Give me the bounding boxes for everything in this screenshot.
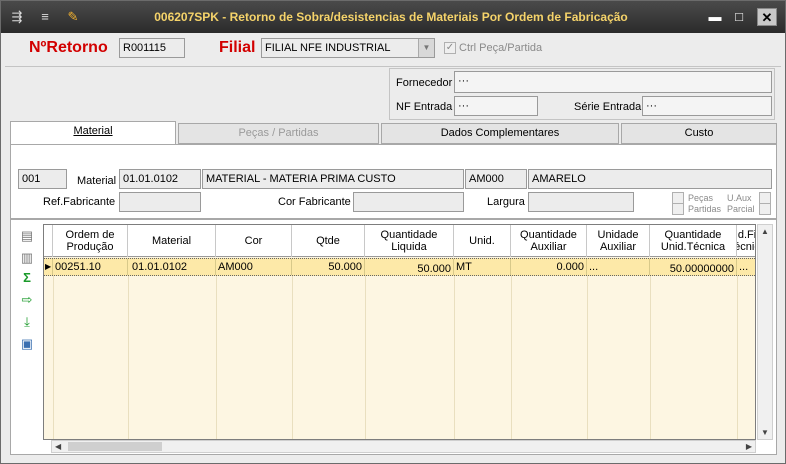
cell-ordem[interactable]: 00251.10 bbox=[53, 259, 128, 275]
wrench-icon[interactable]: ✎ bbox=[65, 9, 81, 25]
serie-entrada-field[interactable]: ··· bbox=[642, 96, 772, 116]
tab-custo[interactable]: Custo bbox=[621, 123, 777, 144]
largura-field[interactable] bbox=[528, 192, 634, 212]
uaux-label: U.Aux bbox=[727, 193, 752, 203]
items-grid[interactable]: Ordem de Produção Material Cor Qtde Quant… bbox=[43, 224, 756, 440]
cell-cor[interactable]: AM000 bbox=[216, 259, 292, 275]
add-row-icon[interactable]: ▤ bbox=[19, 228, 35, 244]
table-row[interactable]: ▶ 00251.10 01.01.0102 AM000 50.000 50.00… bbox=[44, 258, 755, 276]
partidas-label: Partidas bbox=[688, 204, 722, 214]
supplier-panel: Fornecedor ··· NF Entrada ··· Série Entr… bbox=[389, 68, 775, 120]
items-grid-area: ▤ ▥ Σ ⇨ ⤓ ▣ Ordem de Produção Material Co… bbox=[10, 219, 777, 455]
grid-header: Ordem de Produção Material Cor Qtde Quant… bbox=[44, 225, 755, 257]
minimize-button[interactable]: ▬ bbox=[705, 8, 725, 26]
grid-divider bbox=[454, 276, 455, 439]
cor-fabricante-label: Cor Fabricante bbox=[278, 196, 351, 208]
title-bar: ⇶ ≡ ✎ 006207SPK - Retorno de Sobra/desis… bbox=[1, 1, 785, 33]
scroll-right-icon[interactable]: ▶ bbox=[746, 442, 752, 451]
ctrl-peca-label: Ctrl Peça/Partida bbox=[459, 42, 543, 54]
scroll-thumb[interactable] bbox=[68, 442, 162, 451]
maximize-button[interactable]: □ bbox=[729, 8, 749, 26]
export-icon[interactable]: ⇨ bbox=[19, 292, 35, 308]
nretorno-label: NºRetorno bbox=[29, 39, 108, 56]
vertical-scrollbar[interactable]: ▲ ▼ bbox=[757, 224, 773, 440]
filial-label: Filial bbox=[219, 39, 256, 56]
grid-divider bbox=[587, 276, 588, 439]
ref-fabricante-label: Ref.Fabricante bbox=[43, 196, 116, 208]
parcial-label: Parcial bbox=[727, 204, 755, 214]
material-label: Material bbox=[77, 175, 117, 187]
col-qtde[interactable]: Qtde bbox=[292, 225, 365, 257]
scroll-up-icon[interactable]: ▲ bbox=[761, 227, 769, 236]
ref-fabricante-field[interactable] bbox=[119, 192, 201, 212]
uaux-parcial-checkbox-2[interactable] bbox=[759, 203, 771, 215]
grid-divider bbox=[650, 276, 651, 439]
seq-field[interactable]: 001 bbox=[18, 169, 67, 189]
close-button[interactable]: ✕ bbox=[757, 8, 777, 26]
cell-ficha-tecnica[interactable]: ... bbox=[737, 259, 755, 275]
cor-code-field[interactable]: AM000 bbox=[465, 169, 527, 189]
tab-pecas-partidas[interactable]: Peças / Partidas bbox=[178, 123, 379, 144]
nf-entrada-field[interactable]: ··· bbox=[454, 96, 538, 116]
cell-material[interactable]: 01.01.0102 bbox=[128, 259, 216, 275]
row-indicator-header bbox=[44, 225, 53, 257]
cell-quantidade-liquida[interactable]: 50.000 bbox=[365, 259, 454, 275]
ctrl-peca-checkbox[interactable]: ✓ bbox=[444, 42, 456, 54]
col-quantidade-unid-tecnica[interactable]: Quantidade Unid.Técnica bbox=[650, 225, 737, 257]
nretorno-field[interactable]: R001115 bbox=[119, 38, 185, 58]
col-ordem-producao[interactable]: Ordem de Produção bbox=[53, 225, 128, 257]
scroll-left-icon[interactable]: ◀ bbox=[55, 442, 61, 451]
scroll-down-icon[interactable]: ▼ bbox=[761, 428, 769, 437]
pecas-label: Peças bbox=[688, 193, 714, 203]
col-quantidade-auxiliar[interactable]: Quantidade Auxiliar bbox=[511, 225, 587, 257]
header-panel: NºRetorno R001115 Filial FILIAL NFE INDU… bbox=[5, 33, 781, 67]
cor-fabricante-field[interactable] bbox=[353, 192, 464, 212]
material-code-field[interactable]: 01.01.0102 bbox=[119, 169, 201, 189]
image-icon[interactable]: ▣ bbox=[19, 336, 35, 352]
grid-divider bbox=[128, 276, 129, 439]
cell-unidade-auxiliar[interactable]: ... bbox=[587, 259, 650, 275]
grid-divider bbox=[53, 276, 54, 439]
cell-unid[interactable]: MT bbox=[454, 259, 511, 275]
main-window: ⇶ ≡ ✎ 006207SPK - Retorno de Sobra/desis… bbox=[0, 0, 786, 464]
material-tab-panel: 001 Material 01.01.0102 MATERIAL - MATER… bbox=[10, 144, 777, 219]
window-title: 006207SPK - Retorno de Sobra/desistencia… bbox=[154, 10, 628, 24]
fornecedor-label: Fornecedor bbox=[396, 77, 453, 89]
grid-divider bbox=[216, 276, 217, 439]
tab-material[interactable]: Material bbox=[10, 121, 176, 145]
sum-icon[interactable]: Σ bbox=[19, 270, 35, 286]
col-quantidade-liquida[interactable]: Quantidade Liquida bbox=[365, 225, 454, 257]
grid-divider bbox=[292, 276, 293, 439]
col-ficha-tecnica[interactable]: d.Fiécnic bbox=[737, 225, 755, 257]
horizontal-scrollbar[interactable]: ◀ ▶ bbox=[51, 440, 756, 453]
cell-quantidade-auxiliar[interactable]: 0.000 bbox=[511, 259, 587, 275]
menu-icon[interactable]: ⇶ bbox=[9, 9, 25, 25]
grid-divider bbox=[511, 276, 512, 439]
filial-value: FILIAL NFE INDUSTRIAL bbox=[265, 42, 391, 54]
pecas-partidas-checkbox-2[interactable] bbox=[672, 203, 684, 215]
tab-dados-complementares[interactable]: Dados Complementares bbox=[381, 123, 619, 144]
serie-entrada-label: Série Entrada bbox=[574, 101, 642, 113]
grid-divider bbox=[737, 276, 738, 439]
grid-divider bbox=[365, 276, 366, 439]
largura-label: Largura bbox=[487, 196, 525, 208]
cell-quantidade-unid-tecnica[interactable]: 50.00000000 bbox=[650, 259, 737, 275]
nf-entrada-label: NF Entrada bbox=[396, 101, 453, 113]
cell-qtde[interactable]: 50.000 bbox=[292, 259, 365, 275]
col-unid[interactable]: Unid. bbox=[454, 225, 511, 257]
row-pointer-icon: ▶ bbox=[44, 259, 53, 275]
chevron-down-icon[interactable]: ▼ bbox=[418, 39, 434, 57]
cor-desc-field: AMARELO bbox=[528, 169, 772, 189]
material-desc-field: MATERIAL - MATERIA PRIMA CUSTO bbox=[202, 169, 464, 189]
col-material[interactable]: Material bbox=[128, 225, 216, 257]
download-icon[interactable]: ⤓ bbox=[19, 314, 35, 330]
grid-toolbar: ▤ ▥ Σ ⇨ ⤓ ▣ bbox=[11, 220, 42, 454]
col-unidade-auxiliar[interactable]: Unidade Auxiliar bbox=[587, 225, 650, 257]
col-cor[interactable]: Cor bbox=[216, 225, 292, 257]
fornecedor-field[interactable]: ··· bbox=[454, 71, 772, 93]
remove-row-icon[interactable]: ▥ bbox=[19, 250, 35, 266]
filial-select[interactable]: FILIAL NFE INDUSTRIAL ▼ bbox=[261, 38, 435, 58]
layers-icon[interactable]: ≡ bbox=[37, 9, 53, 25]
